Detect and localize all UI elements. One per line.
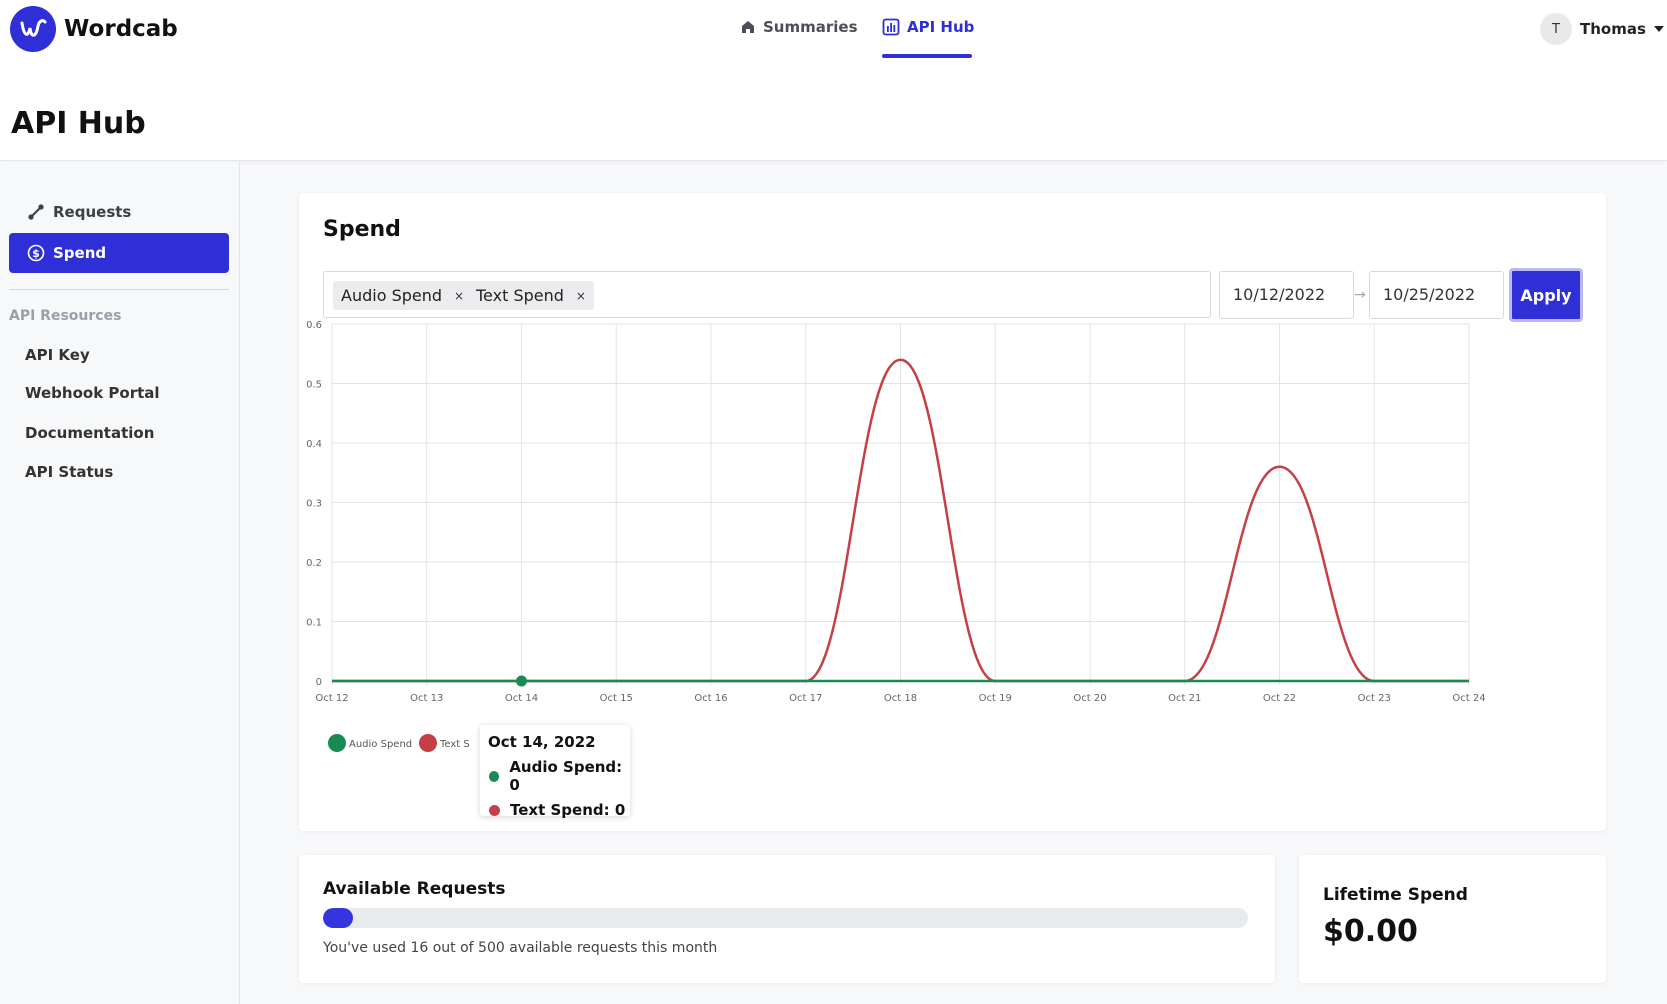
x-tick-label: Oct 23	[1358, 693, 1391, 704]
top-navigation: Wordcab Summaries API Hub T Thomas	[0, 0, 1667, 60]
logo[interactable]: Wordcab	[10, 6, 178, 52]
available-requests-card: Available Requests You've used 16 out of…	[299, 855, 1275, 983]
user-menu[interactable]: T Thomas	[1540, 13, 1664, 45]
dollar-circle-icon: $	[27, 244, 45, 262]
page-header: API Hub	[0, 60, 1667, 161]
page-title: API Hub	[11, 106, 146, 141]
tooltip-row-text: Text Spend: 0	[488, 801, 630, 819]
sidebar-item-spend[interactable]: $ Spend	[9, 233, 229, 273]
requests-icon	[28, 204, 44, 220]
y-tick-label: 0.1	[306, 618, 322, 629]
sidebar-divider	[9, 289, 229, 290]
y-tick-label: 0.3	[306, 499, 322, 510]
requests-usage-note: You've used 16 out of 500 available requ…	[323, 940, 718, 956]
requests-progress-fill	[323, 908, 353, 928]
tooltip-text-value: Text Spend: 0	[510, 801, 626, 819]
x-tick-label: Oct 17	[789, 693, 822, 704]
x-tick-label: Oct 19	[979, 693, 1012, 704]
legend-swatch	[328, 734, 346, 752]
sidebar-item-label: Spend	[53, 244, 107, 262]
avatar: T	[1540, 13, 1572, 45]
home-icon	[742, 21, 754, 33]
text-dot-icon	[489, 804, 500, 816]
x-tick-label: Oct 13	[410, 693, 443, 704]
sidebar-item-requests[interactable]: Requests	[9, 192, 229, 232]
x-tick-label: Oct 15	[600, 693, 633, 704]
requests-progress-bar	[323, 908, 1248, 928]
available-requests-title: Available Requests	[323, 879, 506, 899]
y-tick-label: 0	[316, 677, 322, 688]
wordcab-logo-icon	[10, 6, 56, 52]
y-tick-label: 0.2	[306, 558, 322, 569]
legend-swatch	[419, 734, 437, 752]
x-tick-label: Oct 24	[1452, 693, 1485, 704]
x-tick-label: Oct 20	[1073, 693, 1106, 704]
y-tick-label: 0.6	[306, 320, 322, 331]
highlighted-data-point	[516, 675, 527, 687]
lifetime-spend-title: Lifetime Spend	[1323, 885, 1468, 905]
sidebar-link-api-key[interactable]: API Key	[25, 346, 90, 364]
bar-chart-icon	[882, 18, 900, 36]
sidebar: Requests $ Spend API Resources API Key W…	[0, 162, 240, 1004]
x-tick-label: Oct 14	[505, 693, 538, 704]
y-tick-label: 0.5	[306, 380, 322, 391]
lifetime-spend-card: Lifetime Spend $0.00	[1299, 855, 1606, 983]
audio-dot-icon	[489, 770, 500, 782]
api-resources-heading: API Resources	[9, 308, 122, 324]
user-name: Thomas	[1580, 20, 1646, 38]
y-tick-label: 0.4	[306, 439, 322, 450]
x-tick-label: Oct 12	[315, 693, 348, 704]
sidebar-link-api-status[interactable]: API Status	[25, 463, 113, 481]
svg-text:$: $	[32, 247, 40, 260]
x-tick-label: Oct 18	[884, 693, 917, 704]
tooltip-row-audio: Audio Spend: 0	[488, 758, 630, 794]
sidebar-link-documentation[interactable]: Documentation	[25, 424, 154, 442]
nav-api-hub[interactable]: API Hub	[882, 18, 974, 36]
tooltip-audio-value: Audio Spend: 0	[509, 758, 623, 794]
sidebar-link-webhook-portal[interactable]: Webhook Portal	[25, 384, 160, 402]
nav-api-hub-label: API Hub	[907, 18, 975, 36]
nav-summaries[interactable]: Summaries	[740, 18, 858, 36]
legend-label: Text S	[439, 739, 470, 750]
tooltip-date: Oct 14, 2022	[488, 733, 596, 751]
sidebar-item-label: Requests	[53, 203, 132, 221]
chart-tooltip: Oct 14, 2022 Audio Spend: 0 Text Spend: …	[480, 725, 630, 819]
lifetime-spend-value: $0.00	[1323, 914, 1418, 949]
legend-label: Audio Spend	[349, 739, 412, 750]
x-tick-label: Oct 21	[1168, 693, 1201, 704]
active-tab-indicator	[882, 54, 972, 58]
nav-summaries-label: Summaries	[763, 18, 858, 36]
app-name: Wordcab	[64, 16, 178, 42]
x-tick-label: Oct 16	[694, 693, 727, 704]
chevron-down-icon	[1653, 26, 1664, 32]
x-tick-label: Oct 22	[1263, 693, 1296, 704]
